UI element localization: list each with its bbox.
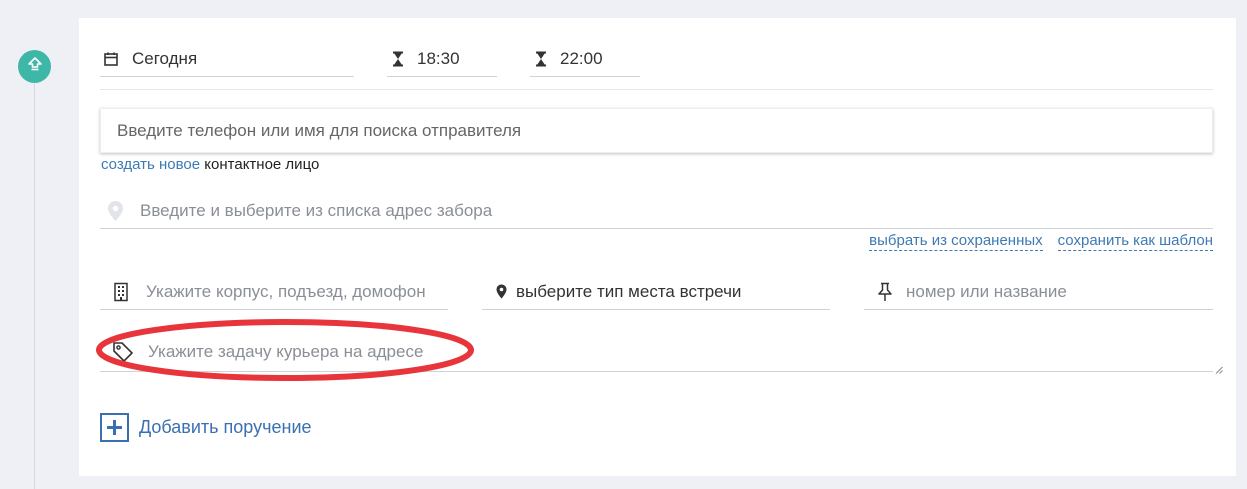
date-field[interactable]: Сегодня (100, 42, 354, 77)
time-from-value: 18:30 (417, 49, 460, 68)
pickup-address-input[interactable]: Введите и выберите из списка адрес забор… (100, 193, 1213, 229)
tag-icon (112, 341, 134, 363)
number-placeholder: номер или название (906, 281, 1067, 301)
plus-square-icon (100, 413, 129, 442)
hourglass-icon (387, 48, 409, 70)
time-to-value: 22:00 (560, 49, 603, 68)
address-links: выбрать из сохраненных сохранить как шаб… (869, 232, 1213, 251)
upload-arrow-icon (27, 56, 43, 77)
add-order-button[interactable]: Добавить поручение (100, 413, 312, 442)
building-icon (110, 281, 132, 303)
time-to-field[interactable]: 22:00 (530, 42, 640, 77)
contact-line: создать новое контактное лицо (101, 156, 319, 173)
building-details-input[interactable]: Укажите корпус, подъезд, домофон (100, 274, 448, 310)
contact-line-suffix: контактное лицо (204, 156, 320, 173)
calendar-icon (100, 48, 122, 70)
building-placeholder: Укажите корпус, подъезд, домофон (146, 281, 426, 301)
step-marker (18, 50, 51, 83)
resize-grip-icon[interactable] (1215, 361, 1223, 374)
address-placeholder: Введите и выберите из списка адрес забор… (140, 200, 493, 220)
divider (100, 89, 1213, 90)
hourglass-icon (530, 48, 552, 70)
courier-task-textarea[interactable]: Укажите задачу курьера на адресе (100, 333, 1213, 372)
add-order-label: Добавить поручение (139, 417, 312, 437)
date-value: Сегодня (132, 49, 198, 68)
pushpin-icon (874, 281, 896, 303)
choose-saved-link[interactable]: выбрать из сохраненных (869, 232, 1043, 251)
time-from-field[interactable]: 18:30 (387, 42, 497, 77)
location-marker-icon (494, 281, 508, 303)
meeting-place-value: выберите тип места встречи (516, 281, 742, 301)
map-pin-icon (104, 200, 126, 222)
save-template-link[interactable]: сохранить как шаблон (1057, 232, 1213, 251)
create-contact-link[interactable]: создать новое (101, 156, 200, 173)
number-or-name-input[interactable]: номер или название (864, 274, 1213, 310)
sender-search-placeholder: Введите телефон или имя для поиска отпра… (117, 120, 522, 140)
meeting-place-select[interactable]: выберите тип места встречи (482, 274, 830, 310)
task-placeholder: Укажите задачу курьера на адресе (148, 342, 424, 361)
timeline-line (34, 80, 35, 489)
sender-search-input[interactable]: Введите телефон или имя для поиска отпра… (100, 108, 1213, 153)
